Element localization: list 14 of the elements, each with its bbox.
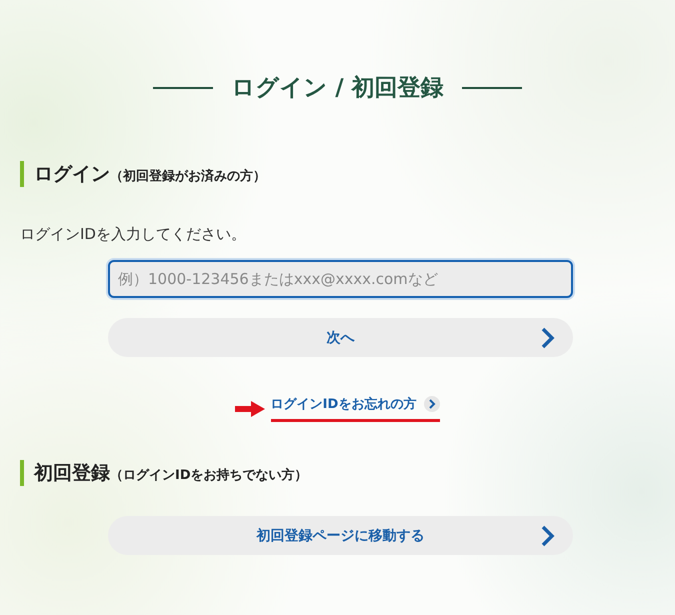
section-heading: ログイン <box>34 162 110 187</box>
forgot-id-link[interactable]: ログインIDをお忘れの方 <box>270 395 440 422</box>
chevron-right-icon <box>541 327 555 349</box>
page-title: ログイン / 初回登録 <box>231 74 444 103</box>
next-button[interactable]: 次へ <box>108 318 573 357</box>
login-id-input[interactable]: 例）1000-123456またはxxx@xxxx.comなど <box>108 260 573 298</box>
section-note: （初回登録がお済みの方） <box>110 168 266 185</box>
section-note: （ログインIDをお持ちでない方） <box>110 466 308 484</box>
chevron-right-icon <box>541 525 555 547</box>
chevron-right-icon <box>424 396 440 412</box>
instruction-text: ログインIDを入力してください。 <box>20 225 247 244</box>
register-button[interactable]: 初回登録ページに移動する <box>108 516 573 555</box>
arrow-right-icon <box>234 400 265 416</box>
section-heading: 初回登録 <box>34 461 110 486</box>
